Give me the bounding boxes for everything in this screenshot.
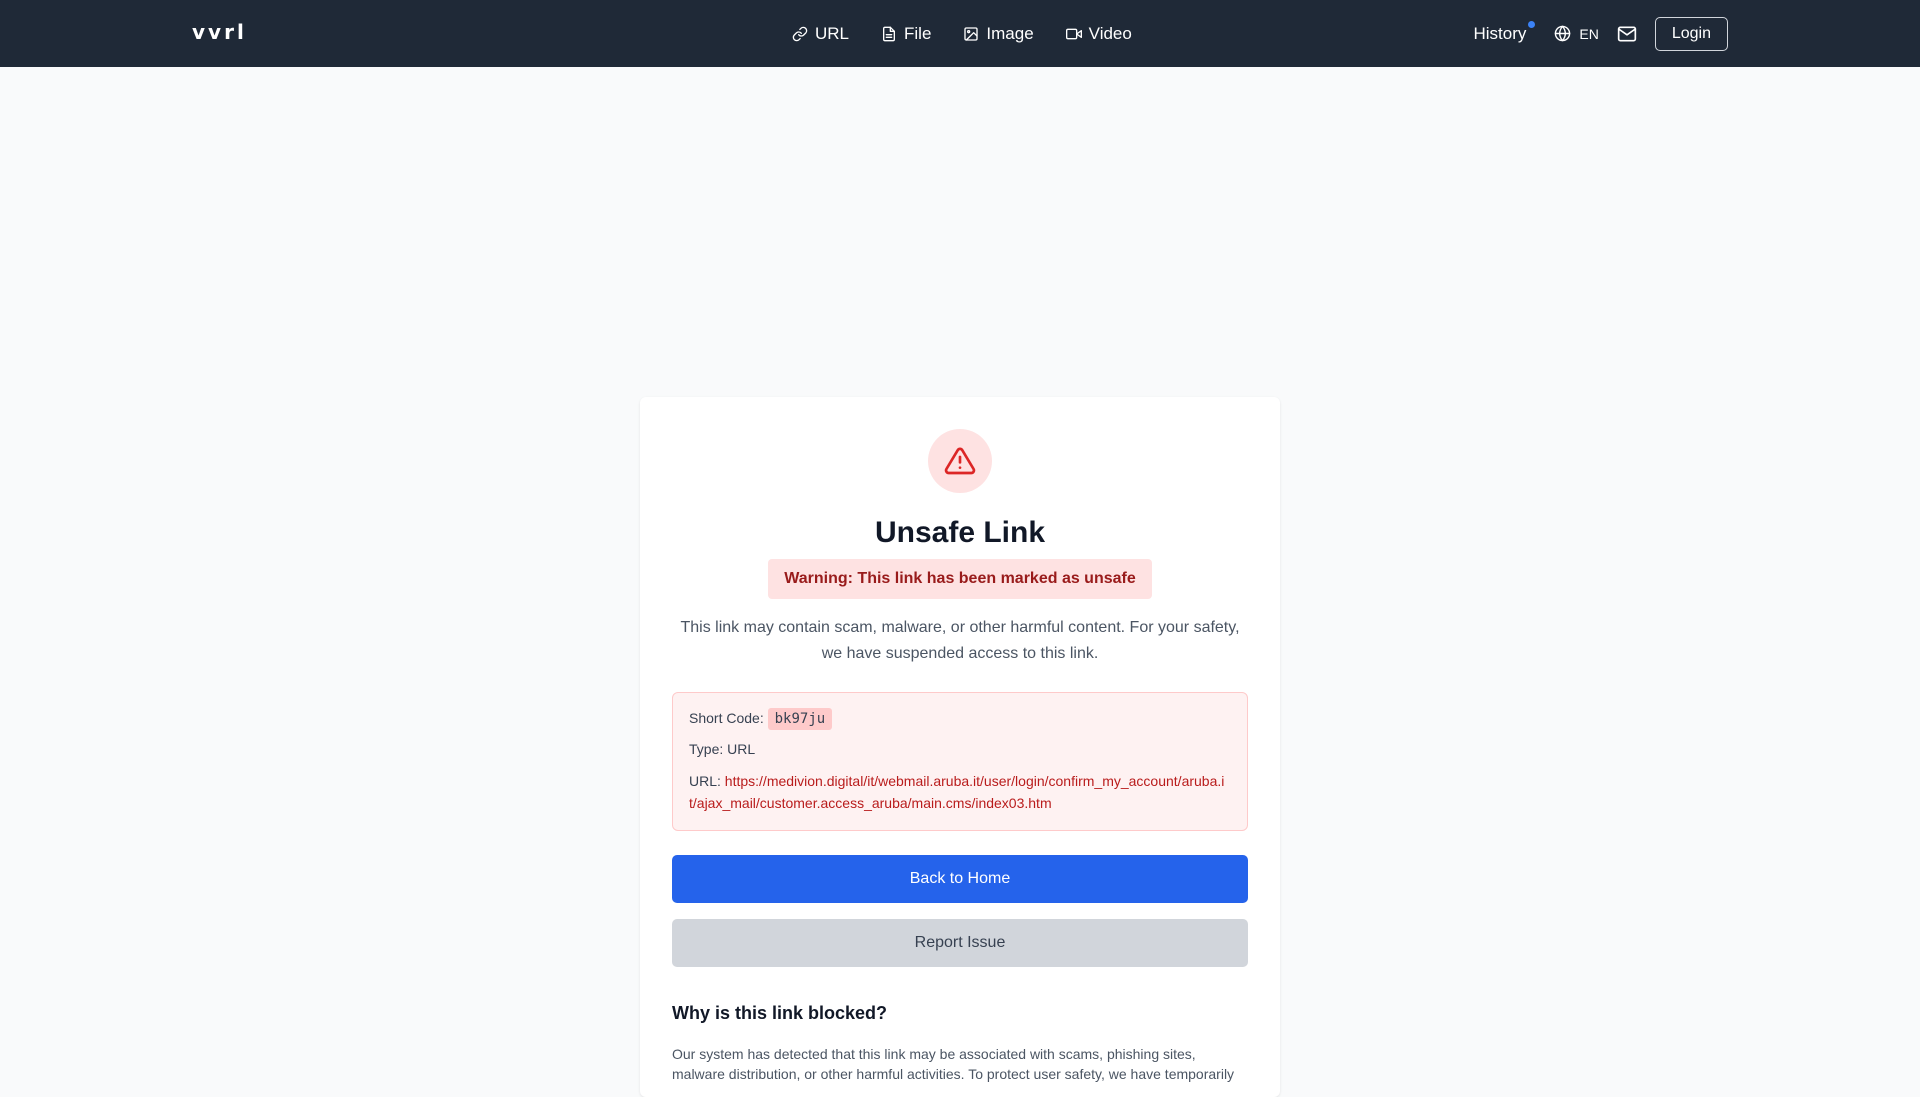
language-label: EN <box>1579 25 1599 42</box>
blocked-url-link[interactable]: https://medivion.digital/it/webmail.arub… <box>689 773 1224 811</box>
file-icon <box>883 26 896 41</box>
history-link[interactable]: History <box>1473 20 1536 44</box>
type-row: Type: URL <box>689 740 1231 758</box>
login-button[interactable]: Login <box>1654 16 1728 51</box>
link-details-box: Short Code: bk97ju Type: URL URL: https:… <box>672 692 1248 831</box>
nav-video-label: Video <box>1088 23 1132 43</box>
nav-image[interactable]: Image <box>963 23 1034 44</box>
link-icon <box>792 26 808 41</box>
unsafe-description: This link may contain scam, malware, or … <box>680 619 1240 662</box>
brand-logo[interactable]: vvrl <box>192 20 247 44</box>
warning-triangle-icon <box>944 447 976 475</box>
url-row: URL: https://medivion.digital/it/webmail… <box>689 770 1231 814</box>
video-icon <box>1065 28 1082 39</box>
language-selector[interactable]: EN <box>1554 25 1599 42</box>
unsafe-link-card: Unsafe Link Warning: This link has been … <box>640 397 1280 1097</box>
url-label: URL: <box>689 773 721 789</box>
type-value: URL <box>727 741 756 757</box>
nav-actions: History EN Login <box>1473 0 1728 67</box>
nav-url[interactable]: URL <box>792 24 849 44</box>
contact-mail-button[interactable] <box>1617 24 1637 44</box>
nav-video[interactable]: Video <box>1065 23 1132 44</box>
nav-url-label: URL <box>815 23 850 43</box>
nav-file[interactable]: File <box>881 24 931 44</box>
history-notification-dot <box>1528 20 1536 28</box>
warning-badge: Warning: This link has been marked as un… <box>768 559 1152 599</box>
short-code-label: Short Code: <box>689 710 764 726</box>
report-issue-button[interactable]: Report Issue <box>672 919 1248 967</box>
nav-file-label: File <box>904 23 932 43</box>
history-label: History <box>1473 23 1527 43</box>
back-to-home-button[interactable]: Back to Home <box>672 855 1248 903</box>
why-blocked-text: Our system has detected that this link m… <box>672 1046 1235 1082</box>
globe-icon <box>1555 25 1571 42</box>
mail-icon <box>1617 26 1637 41</box>
image-icon <box>964 26 979 41</box>
warning-icon-circle <box>928 429 992 493</box>
why-blocked-heading: Why is this link blocked? <box>672 1003 888 1023</box>
short-code-row: Short Code: bk97ju <box>689 708 1231 730</box>
short-code-value: bk97ju <box>767 708 833 730</box>
type-label: Type: <box>689 741 724 757</box>
nav-image-label: Image <box>986 23 1034 43</box>
page-title: Unsafe Link <box>874 516 1046 549</box>
top-navigation-bar: vvrl URL File Image Video History EN Log… <box>0 0 1920 67</box>
main-nav: URL File Image Video <box>792 0 1132 67</box>
